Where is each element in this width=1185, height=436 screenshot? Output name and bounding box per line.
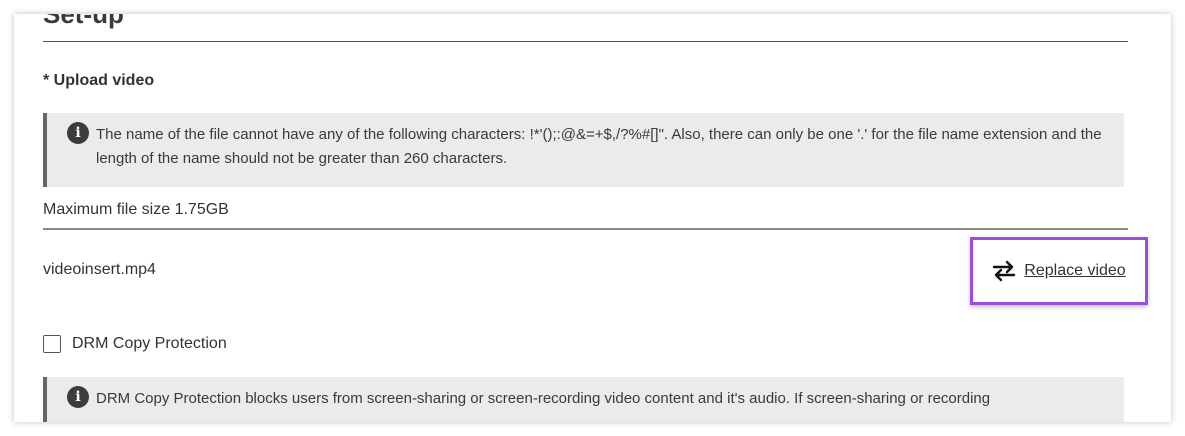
replace-video-link[interactable]: Replace video xyxy=(992,260,1126,282)
drm-info-box: i DRM Copy Protection blocks users from … xyxy=(43,377,1124,422)
max-file-size-text: Maximum file size 1.75GB xyxy=(43,201,229,218)
section-title: Set-up xyxy=(43,14,124,29)
info-icon: i xyxy=(67,386,89,408)
drm-option: DRM Copy Protection xyxy=(43,335,227,353)
drm-checkbox[interactable] xyxy=(43,335,61,353)
title-divider xyxy=(43,41,1128,42)
uploaded-filename: videoinsert.mp4 xyxy=(43,261,156,278)
drm-info-text: DRM Copy Protection blocks users from sc… xyxy=(96,390,991,407)
swap-arrows-icon xyxy=(993,260,1016,282)
replace-video-label: Replace video xyxy=(1024,262,1126,279)
filename-info-text: The name of the file cannot have any of … xyxy=(96,126,1102,167)
replace-video-highlight: Replace video xyxy=(970,237,1148,305)
filename-info-box: i The name of the file cannot have any o… xyxy=(43,113,1124,187)
drm-label[interactable]: DRM Copy Protection xyxy=(72,335,227,353)
info-icon: i xyxy=(67,122,89,144)
setup-panel: Set-up * Upload video i The name of the … xyxy=(14,14,1171,422)
upload-video-label: * Upload video xyxy=(43,72,155,89)
upload-divider xyxy=(43,228,1128,230)
